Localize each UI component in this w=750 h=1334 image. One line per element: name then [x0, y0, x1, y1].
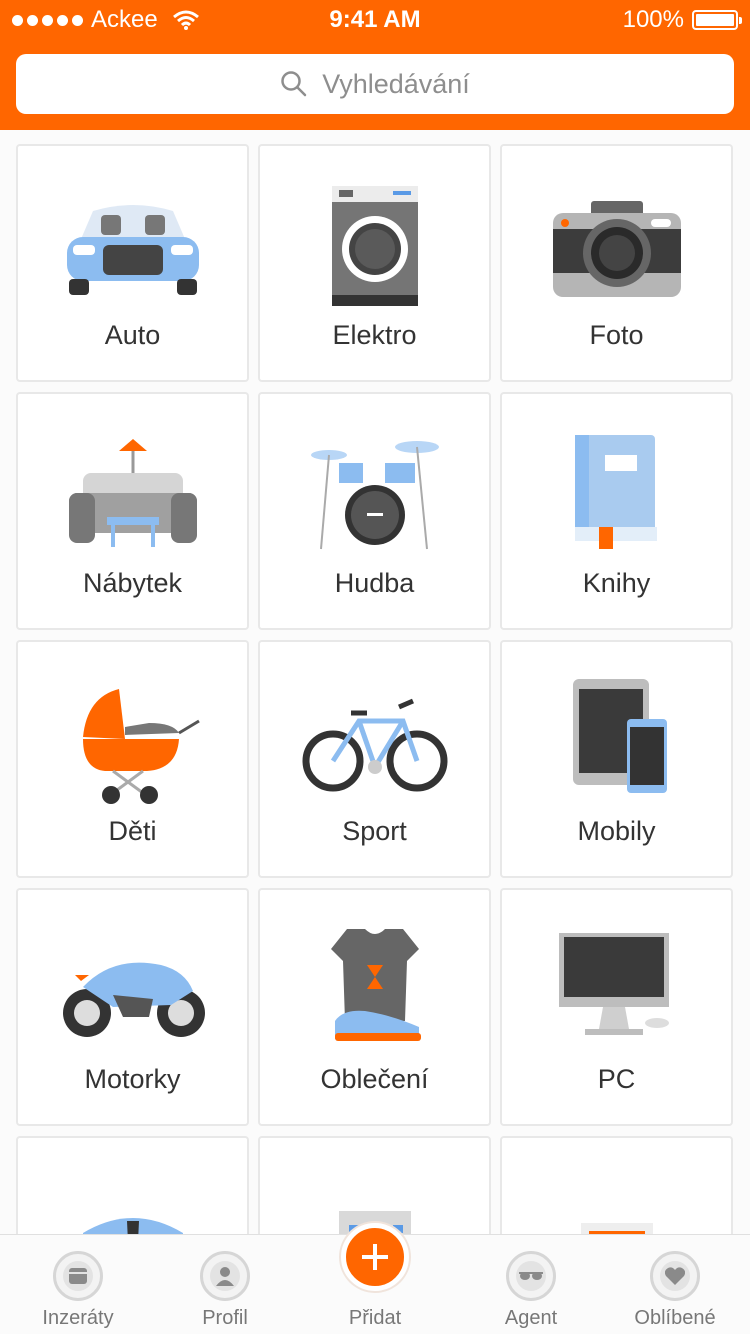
- status-right: 100%: [622, 6, 742, 34]
- tab-label: Profil: [202, 1307, 248, 1329]
- jobs-icon: [18, 1168, 247, 1234]
- category-label: Knihy: [582, 568, 651, 598]
- add-icon: [362, 1244, 388, 1270]
- category-nabytek[interactable]: Nábytek: [16, 392, 249, 630]
- category-tile[interactable]: [258, 1136, 491, 1234]
- sofa-icon: [18, 424, 247, 564]
- tablet-phone-icon: [502, 672, 731, 812]
- category-motorky[interactable]: Motorky: [16, 888, 249, 1126]
- category-sport[interactable]: Sport: [258, 640, 491, 878]
- category-tile[interactable]: [500, 1136, 733, 1234]
- category-obleceni[interactable]: Oblečení: [258, 888, 491, 1126]
- status-bar: Ackee 9:41 AM 100%: [0, 0, 750, 40]
- bicycle-icon: [260, 672, 489, 812]
- add-button[interactable]: [341, 1223, 409, 1291]
- search-placeholder: Vyhledávání: [322, 68, 470, 99]
- category-label: Elektro: [332, 320, 417, 350]
- listings-icon: [53, 1251, 103, 1301]
- tab-label: Přidat: [348, 1307, 402, 1329]
- category-pc[interactable]: PC: [500, 888, 733, 1126]
- category-deti[interactable]: Děti: [16, 640, 249, 878]
- header: Ackee 9:41 AM 100% Vyhledávání: [0, 0, 750, 130]
- tab-label: Agent: [504, 1307, 558, 1329]
- document-icon: [502, 1168, 731, 1234]
- clothing-icon: [260, 920, 489, 1060]
- tab-oblibene[interactable]: Oblíbené: [600, 1235, 750, 1334]
- agent-icon: [506, 1251, 556, 1301]
- camera-icon: [502, 176, 731, 316]
- category-label: Foto: [589, 320, 644, 350]
- category-label: Auto: [104, 320, 161, 350]
- tab-label: Oblíbené: [634, 1307, 716, 1329]
- category-hudba[interactable]: Hudba: [258, 392, 491, 630]
- heart-icon: [650, 1251, 700, 1301]
- motorcycle-icon: [18, 920, 247, 1060]
- search-input[interactable]: Vyhledávání: [16, 54, 734, 114]
- category-elektro[interactable]: Elektro: [258, 144, 491, 382]
- tab-profil[interactable]: Profil: [150, 1235, 300, 1334]
- category-tile[interactable]: [16, 1136, 249, 1234]
- category-auto[interactable]: Auto: [16, 144, 249, 382]
- drums-icon: [260, 424, 489, 564]
- category-label: Hudba: [334, 568, 415, 598]
- category-label: PC: [597, 1064, 636, 1094]
- category-label: Děti: [108, 816, 157, 846]
- stroller-icon: [18, 672, 247, 812]
- category-label: Mobily: [577, 816, 656, 846]
- car-icon: [18, 176, 247, 316]
- washing-machine-icon: [260, 176, 489, 316]
- category-grid: Auto Elektro Foto Nábytek Hudba Knihy Dě…: [0, 130, 750, 1234]
- category-label: Oblečení: [320, 1064, 429, 1094]
- category-mobily[interactable]: Mobily: [500, 640, 733, 878]
- profile-icon: [200, 1251, 250, 1301]
- category-label: Sport: [342, 816, 407, 846]
- tab-label: Inzeráty: [42, 1307, 114, 1329]
- tab-bar: Inzeráty Profil Přidat Agent Oblíbené: [0, 1223, 750, 1334]
- category-label: Motorky: [84, 1064, 181, 1094]
- category-label: Nábytek: [82, 568, 183, 598]
- category-foto[interactable]: Foto: [500, 144, 733, 382]
- battery-percent: 100%: [622, 6, 684, 33]
- book-icon: [502, 424, 731, 564]
- tab-agent[interactable]: Agent: [456, 1235, 606, 1334]
- tab-inzeraty[interactable]: Inzeráty: [3, 1235, 153, 1334]
- computer-icon: [502, 920, 731, 1060]
- search-icon: [281, 71, 307, 97]
- category-knihy[interactable]: Knihy: [500, 392, 733, 630]
- battery-icon: [692, 10, 742, 30]
